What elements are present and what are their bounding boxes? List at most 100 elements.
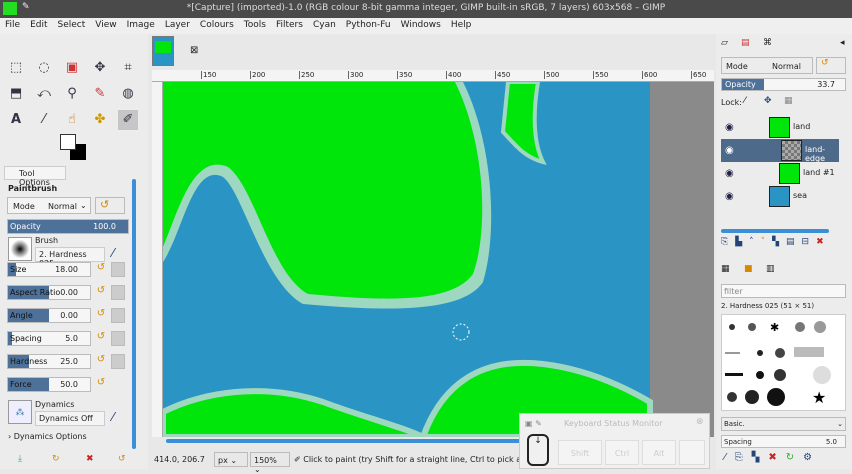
link-icon[interactable] [111,285,125,300]
link-icon[interactable] [111,308,125,323]
ruler-tick: 250 [299,71,315,79]
layer-row[interactable]: ◉ sea [721,185,839,208]
paintbrush-tool-icon[interactable]: ✐ [118,110,138,130]
brush-preset-dropdown[interactable]: Basic. ⌄ [721,417,846,431]
reset-mode-button[interactable]: ↺ [95,197,125,214]
reset-options-icon[interactable]: ↺ [118,454,126,464]
menu-image[interactable]: Image [122,18,160,34]
foreground-color[interactable] [60,134,76,150]
edit-brush-icon[interactable]: ⁄ [112,246,114,260]
tab-gradients-icon[interactable]: ▥ [766,264,775,274]
layer-reset-button[interactable]: ↺ [816,57,846,74]
brush-grid[interactable]: ✱ ★ [721,314,846,411]
zoom-dropdown[interactable]: 150% ⌄ [250,452,290,474]
visibility-eye-icon[interactable]: ◉ [725,122,734,133]
tab-patterns-icon[interactable]: ■ [744,264,753,274]
dynamics-value[interactable]: Dynamics Off [35,411,105,426]
layer-row[interactable]: ◉ land-edge [721,139,839,163]
lock-position-icon[interactable]: ✥ [764,96,772,106]
dodge-tool-icon[interactable]: ✤ [90,110,110,130]
canvas-area[interactable] [160,80,714,440]
menu-edit[interactable]: Edit [25,18,52,34]
brush-filter-input[interactable]: filter [721,284,846,298]
slider-size[interactable]: Size 18.00 [7,262,91,277]
visibility-eye-icon[interactable]: ◉ [725,168,734,179]
tab-channels-icon[interactable]: ▤ [741,38,750,48]
slider-hardness[interactable]: Hardness 25.0 [7,354,91,369]
restore-options-icon[interactable]: ↻ [52,454,60,464]
smudge-tool-icon[interactable]: ☝ [62,110,82,130]
slider-spacing[interactable]: Spacing 5.0 [7,331,91,346]
reset-icon[interactable]: ↺ [94,308,108,323]
reset-icon[interactable]: ↺ [94,354,108,369]
layers-hscrollbar[interactable] [721,229,829,233]
heal-tool-icon[interactable]: ✎ [90,84,110,104]
menu-python-fu[interactable]: Python-Fu [341,18,396,34]
layer-opacity-slider[interactable]: Opacity 33.7 [721,78,846,91]
layer-row[interactable]: ◉ land [721,116,839,139]
reset-icon[interactable]: ↺ [94,331,108,346]
menu-windows[interactable]: Windows [396,18,446,34]
reset-icon[interactable]: ↺ [94,377,108,392]
tool-options-scrollbar[interactable] [132,179,136,449]
slider-angle[interactable]: Angle 0.00 [7,308,91,323]
close-icon[interactable]: ⊗ [696,417,704,427]
menu-cyan[interactable]: Cyan [308,18,341,34]
edit-dynamics-icon[interactable]: ⁄ [112,410,114,424]
link-icon[interactable] [111,331,125,346]
menu-help[interactable]: Help [446,18,477,34]
menu-select[interactable]: Select [53,18,91,34]
tab-brushes-icon[interactable]: ▦ [721,264,730,274]
fuzzy-select-tool-icon[interactable]: ▣ [62,58,82,78]
menu-colours[interactable]: Colours [195,18,239,34]
menu-file[interactable]: File [0,18,25,34]
image-tab-thumbnail[interactable] [152,36,174,66]
configure-tab-icon[interactable]: ◂ [840,38,845,48]
tab-paths-icon[interactable]: ⌘ [763,38,772,48]
tab-tool-options[interactable]: Tool Options [4,166,66,187]
mode-dropdown[interactable]: Mode Normal ⌄ [7,197,91,214]
dynamics-icon[interactable]: ⁂ [8,400,32,424]
tab-layers-icon[interactable]: ▱ [721,38,728,48]
clone-tool-icon[interactable]: ⚲ [62,84,82,104]
lock-pixels-icon[interactable]: ⁄ [744,96,746,106]
warp-tool-icon[interactable]: ⤺ [34,84,54,104]
lock-alpha-icon[interactable]: ▦ [784,96,793,106]
layer-row[interactable]: ◉ land #1 [721,162,839,185]
lasso-tool-icon[interactable]: ◌ [34,58,54,78]
close-image-tab-icon[interactable]: ⊠ [190,45,198,56]
unit-dropdown[interactable]: px ⌄ [214,452,248,467]
brush-preview[interactable] [8,237,32,261]
layer-actions[interactable]: ⎘▙˄˅▚▤⊟✖ [721,237,846,249]
brush-actions[interactable]: ⁄⎘▚✖↻⚙ [724,452,821,463]
reset-icon[interactable]: ↺ [94,262,108,277]
dynamics-options-expander[interactable]: › Dynamics Options [8,432,87,441]
layer-mode-dropdown[interactable]: Mode Normal [721,57,813,74]
move-tool-icon[interactable]: ✥ [90,58,110,78]
menu-layer[interactable]: Layer [160,18,195,34]
delete-options-icon[interactable]: ✖ [86,454,94,464]
save-options-icon[interactable]: ⤓ [18,454,22,464]
visibility-eye-icon[interactable]: ◉ [725,145,734,156]
text-tool-icon[interactable]: A [6,110,26,130]
visibility-eye-icon[interactable]: ◉ [725,191,734,202]
rect-select-tool-icon[interactable]: ⬚ [6,58,26,78]
color-picker-tool-icon[interactable]: ⁄ [34,110,54,130]
horizontal-scrollbar[interactable] [166,439,546,443]
slider-aspect-ratio[interactable]: Aspect Ratio 0.00 [7,285,91,300]
menu-tools[interactable]: Tools [239,18,271,34]
slider-force[interactable]: Force 50.0 [7,377,91,392]
transform-tool-icon[interactable]: ⬒ [6,84,26,104]
reset-icon[interactable]: ↺ [94,285,108,300]
brush-spacing-slider[interactable]: Spacing 5.0 [721,435,846,448]
bucket-fill-tool-icon[interactable]: ◍ [118,84,138,104]
menu-view[interactable]: View [90,18,121,34]
brush-name[interactable]: 2. Hardness 025 [35,247,105,268]
link-icon[interactable] [111,354,125,369]
menu-filters[interactable]: Filters [271,18,308,34]
opacity-slider[interactable]: Opacity 100.0 [7,219,129,234]
link-icon[interactable] [111,262,125,277]
image-canvas[interactable] [160,80,714,440]
crop-tool-icon[interactable]: ⌗ [118,58,138,78]
layer-thumbnail [769,117,790,138]
